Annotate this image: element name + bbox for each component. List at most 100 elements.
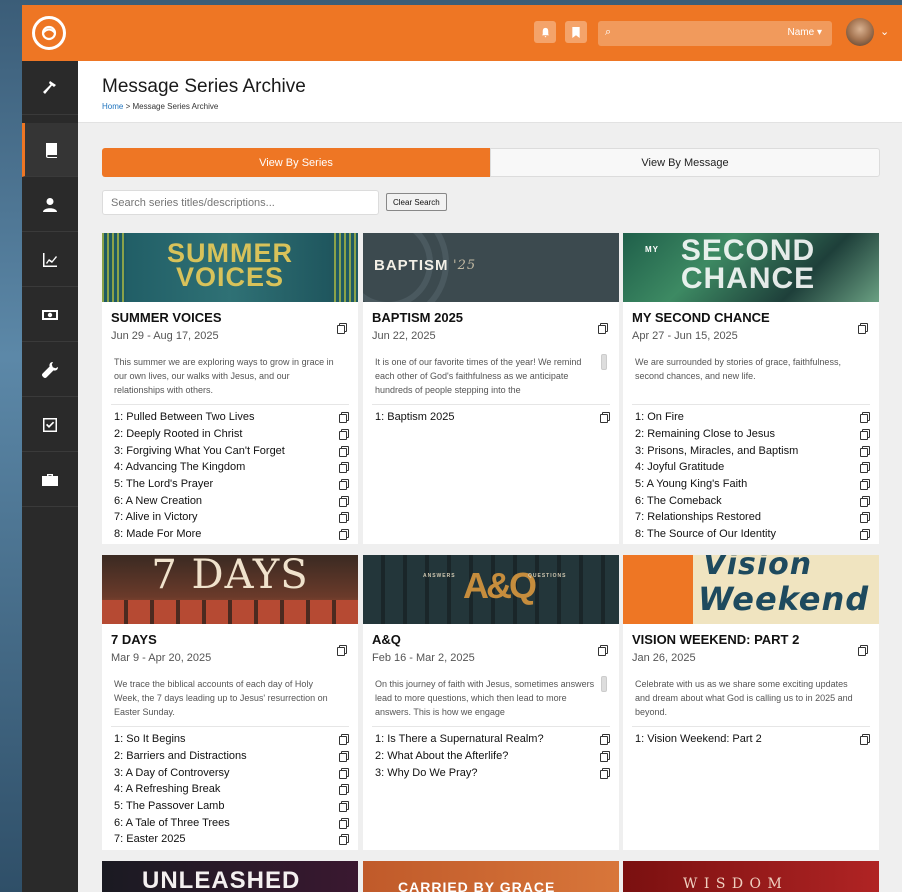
message-item[interactable]: 6: A Tale of Three Trees: [114, 814, 349, 831]
message-item[interactable]: 5: A Young King's Faith: [635, 476, 870, 493]
tab-view-by-series[interactable]: View By Series: [102, 148, 490, 177]
copy-icon[interactable]: [339, 817, 349, 829]
copy-icon[interactable]: [600, 412, 610, 424]
message-title[interactable]: 1: Is There a Supernatural Realm?: [375, 733, 544, 745]
description-scrollbar[interactable]: [601, 354, 607, 370]
tab-view-by-message[interactable]: View By Message: [490, 148, 880, 177]
chevron-down-icon[interactable]: ⌄: [880, 25, 889, 38]
description-scrollbar[interactable]: [601, 676, 607, 692]
copy-icon[interactable]: [860, 462, 870, 474]
message-item[interactable]: 3: A Day of Controversy: [114, 764, 349, 781]
message-title[interactable]: 5: A Young King's Faith: [635, 478, 747, 490]
message-title[interactable]: 6: A Tale of Three Trees: [114, 817, 230, 829]
copy-icon[interactable]: [339, 529, 349, 541]
sidebar-item-tasks[interactable]: [22, 398, 78, 452]
message-title[interactable]: 4: Advancing The Kingdom: [114, 461, 245, 473]
copy-icon[interactable]: [860, 412, 870, 424]
copy-icon[interactable]: [598, 320, 608, 334]
bell-icon[interactable]: [534, 21, 556, 43]
message-item[interactable]: 7: Alive in Victory: [114, 509, 349, 526]
sidebar-item-finance[interactable]: [22, 288, 78, 342]
message-title[interactable]: 5: The Passover Lamb: [114, 800, 224, 812]
message-item[interactable]: 1: Baptism 2025: [375, 409, 610, 426]
message-title[interactable]: 1: Pulled Between Two Lives: [114, 411, 254, 423]
message-item[interactable]: 8: The Source of Our Identity: [635, 526, 870, 543]
sidebar-item-tools[interactable]: [22, 61, 78, 115]
message-item[interactable]: 3: Prisons, Miracles, and Baptism: [635, 442, 870, 459]
copy-icon[interactable]: [860, 479, 870, 491]
copy-icon[interactable]: [339, 512, 349, 524]
series-card[interactable]: CARRIED BY GRACE: [363, 861, 619, 892]
sidebar-item-reporting[interactable]: [22, 233, 78, 287]
copy-icon[interactable]: [339, 462, 349, 474]
copy-icon[interactable]: [598, 642, 608, 656]
message-title[interactable]: 2: Remaining Close to Jesus: [635, 428, 775, 440]
copy-icon[interactable]: [339, 801, 349, 813]
series-card[interactable]: 7 DAYS 7 DAYS Mar 9 - Apr 20, 2025 We tr…: [102, 555, 358, 850]
message-item[interactable]: 4: Advancing The Kingdom: [114, 459, 349, 476]
series-title[interactable]: A&Q: [372, 632, 401, 647]
message-item[interactable]: 7: Easter 2025: [114, 831, 349, 848]
message-title[interactable]: 1: Baptism 2025: [375, 411, 455, 423]
message-title[interactable]: 8: The Source of Our Identity: [635, 528, 776, 540]
message-item[interactable]: 5: The Lord's Prayer: [114, 476, 349, 493]
message-title[interactable]: 4: Joyful Gratitude: [635, 461, 724, 473]
message-title[interactable]: 8: Made For More: [114, 528, 201, 540]
series-title[interactable]: BAPTISM 2025: [372, 310, 463, 325]
message-title[interactable]: 3: Forgiving What You Can't Forget: [114, 445, 285, 457]
message-item[interactable]: 3: Why Do We Pray?: [375, 764, 610, 781]
copy-icon[interactable]: [339, 784, 349, 796]
series-title[interactable]: MY SECOND CHANCE: [632, 310, 770, 325]
copy-icon[interactable]: [339, 767, 349, 779]
message-title[interactable]: 6: The Comeback: [635, 495, 722, 507]
message-item[interactable]: 1: On Fire: [635, 409, 870, 426]
message-title[interactable]: 3: A Day of Controversy: [114, 767, 230, 779]
copy-icon[interactable]: [858, 642, 868, 656]
message-item[interactable]: 7: Relationships Restored: [635, 509, 870, 526]
copy-icon[interactable]: [339, 412, 349, 424]
copy-icon[interactable]: [860, 529, 870, 541]
message-item[interactable]: 5: The Passover Lamb: [114, 798, 349, 815]
copy-icon[interactable]: [600, 734, 610, 746]
series-title[interactable]: SUMMER VOICES: [111, 310, 222, 325]
copy-icon[interactable]: [860, 445, 870, 457]
message-item[interactable]: 1: Is There a Supernatural Realm?: [375, 731, 610, 748]
global-search[interactable]: ⌕ Name ▾: [598, 21, 832, 46]
series-card[interactable]: MY SECOND CHANCE MY SECOND CHANCE Apr 27…: [623, 233, 879, 544]
message-title[interactable]: 2: Barriers and Distractions: [114, 750, 247, 762]
message-title[interactable]: 7: Easter 2025: [114, 833, 186, 845]
message-item[interactable]: 2: What About the Afterlife?: [375, 748, 610, 765]
message-title[interactable]: 2: Deeply Rooted in Christ: [114, 428, 242, 440]
user-avatar[interactable]: [846, 18, 874, 46]
message-title[interactable]: 3: Prisons, Miracles, and Baptism: [635, 445, 798, 457]
message-title[interactable]: 2: What About the Afterlife?: [375, 750, 508, 762]
series-card[interactable]: Vision Weekend VISION WEEKEND: PART 2 Ja…: [623, 555, 879, 850]
search-filter-dropdown[interactable]: Name ▾: [788, 27, 822, 38]
message-title[interactable]: 7: Alive in Victory: [114, 511, 198, 523]
series-card[interactable]: W I S D O M: [623, 861, 879, 892]
message-item[interactable]: 2: Remaining Close to Jesus: [635, 426, 870, 443]
sidebar-item-settings[interactable]: [22, 343, 78, 397]
series-title[interactable]: VISION WEEKEND: PART 2: [632, 632, 799, 647]
copy-icon[interactable]: [600, 751, 610, 763]
copy-icon[interactable]: [860, 734, 870, 746]
series-card[interactable]: UNLEASHED: [102, 861, 358, 892]
message-item[interactable]: 4: A Refreshing Break: [114, 781, 349, 798]
message-title[interactable]: 4: A Refreshing Break: [114, 783, 220, 795]
message-title[interactable]: 1: Vision Weekend: Part 2: [635, 733, 762, 745]
series-search-input[interactable]: [102, 190, 379, 215]
copy-icon[interactable]: [339, 479, 349, 491]
copy-icon[interactable]: [339, 429, 349, 441]
clear-search-button[interactable]: Clear Search: [386, 193, 447, 211]
message-item[interactable]: 4: Joyful Gratitude: [635, 459, 870, 476]
copy-icon[interactable]: [860, 429, 870, 441]
message-item[interactable]: 8: Made For More: [114, 526, 349, 543]
message-item[interactable]: 2: Deeply Rooted in Christ: [114, 426, 349, 443]
copy-icon[interactable]: [600, 767, 610, 779]
sidebar-item-content[interactable]: [22, 123, 78, 177]
copy-icon[interactable]: [337, 642, 347, 656]
message-title[interactable]: 6: A New Creation: [114, 495, 202, 507]
message-title[interactable]: 1: On Fire: [635, 411, 684, 423]
message-item[interactable]: 3: Forgiving What You Can't Forget: [114, 442, 349, 459]
message-item[interactable]: 1: Pulled Between Two Lives: [114, 409, 349, 426]
